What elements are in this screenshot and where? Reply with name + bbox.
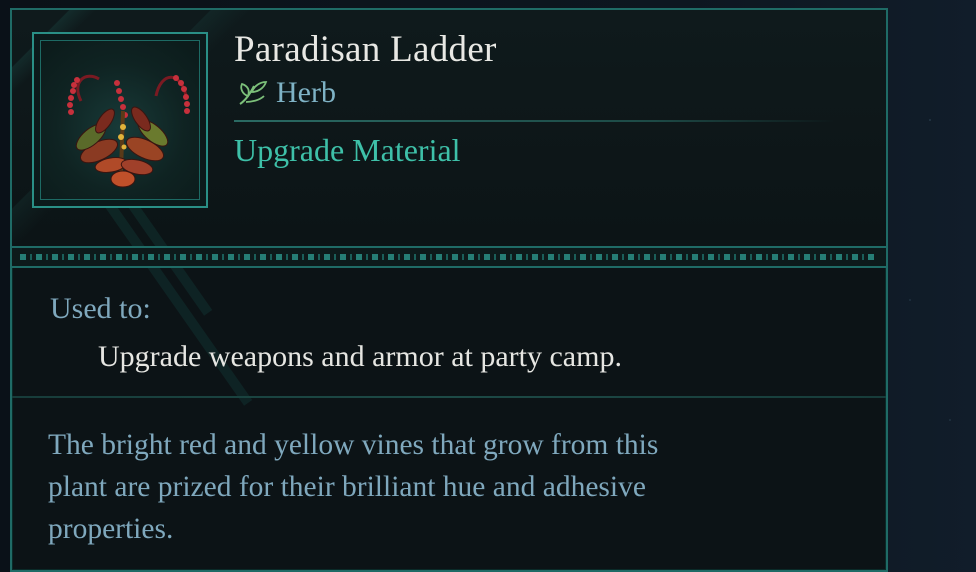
section-divider <box>12 246 886 268</box>
item-category: Upgrade Material <box>234 132 461 168</box>
item-title: Paradisan Ladder <box>234 29 497 70</box>
divider-pattern <box>20 254 878 260</box>
usage-label: Used to: <box>50 292 151 325</box>
usage-separator <box>12 396 886 398</box>
item-description: The bright red and yellow vines that gro… <box>48 424 848 550</box>
tooltip-header: Paradisan Ladder Herb Upgrade Material <box>12 10 886 406</box>
item-tooltip: Paradisan Ladder Herb Upgrade Material U… <box>10 8 888 572</box>
item-type-label: Herb <box>276 76 336 109</box>
description-line: plant are prized for their brilliant hue… <box>48 471 646 503</box>
description-line: The bright red and yellow vines that gro… <box>48 429 659 461</box>
header-separator <box>234 120 834 122</box>
item-icon-frame <box>32 32 208 208</box>
item-type: Herb <box>236 76 336 110</box>
leaf-icon <box>239 81 268 105</box>
paradisan-ladder-plant-icon <box>67 74 190 188</box>
item-icon-background <box>40 40 200 200</box>
description-line: properties. <box>48 513 174 545</box>
usage-text: Upgrade weapons and armor at party camp. <box>98 340 622 373</box>
